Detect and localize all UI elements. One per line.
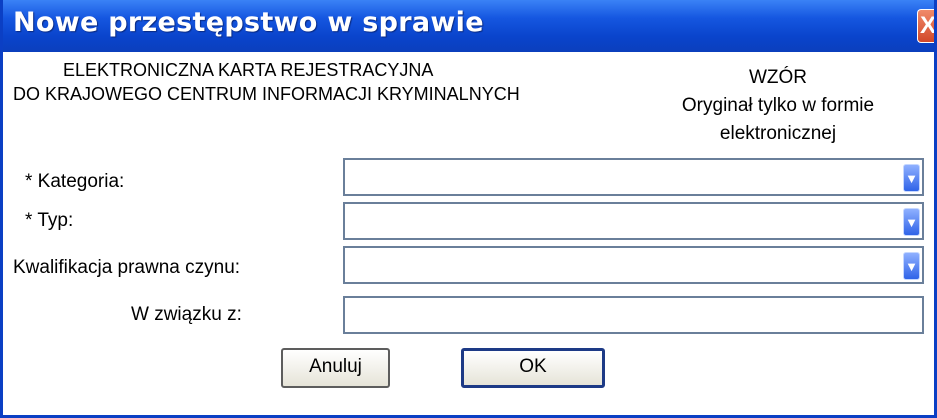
title-bar[interactable]: Nowe przestępstwo w sprawie X [3, 0, 934, 52]
template-notice-line-3: elektronicznej [719, 123, 837, 144]
window-title: Nowe przestępstwo w sprawie [13, 7, 484, 38]
kategoria-label: * Kategoria: [25, 171, 125, 192]
typ-select[interactable]: ▼ [343, 202, 924, 240]
template-notice-title: WZÓR [748, 67, 808, 88]
kwalifikacja-label: Kwalifikacja prawna czynu: [13, 257, 241, 278]
ok-button[interactable]: OK [461, 348, 605, 388]
form-header-line-1: ELEKTRONICZNA KARTA REJESTRACYJNA [63, 60, 434, 80]
form-header-line-2: DO KRAJOWEGO CENTRUM INFORMACJI KRYMINAL… [13, 84, 520, 104]
typ-label: * Typ: [25, 210, 74, 231]
dialog-window: Nowe przestępstwo w sprawie X ELEKTRONIC… [0, 0, 937, 418]
close-button[interactable]: X [917, 9, 934, 43]
chevron-down-icon[interactable]: ▼ [903, 208, 920, 236]
chevron-down-icon[interactable]: ▼ [903, 252, 920, 280]
w-zwiazku-label: W związku z: [131, 304, 242, 325]
kwalifikacja-select[interactable]: ▼ [343, 246, 924, 284]
close-icon: X [920, 12, 934, 39]
cancel-button[interactable]: Anuluj [281, 348, 390, 388]
template-notice: WZÓR Oryginał tylko w formie elektronicz… [663, 64, 893, 148]
template-notice-line-2: Oryginał tylko w formie [681, 95, 875, 116]
kategoria-select[interactable]: ▼ [343, 158, 924, 196]
w-zwiazku-input[interactable] [343, 296, 924, 334]
chevron-down-icon[interactable]: ▼ [903, 164, 920, 192]
